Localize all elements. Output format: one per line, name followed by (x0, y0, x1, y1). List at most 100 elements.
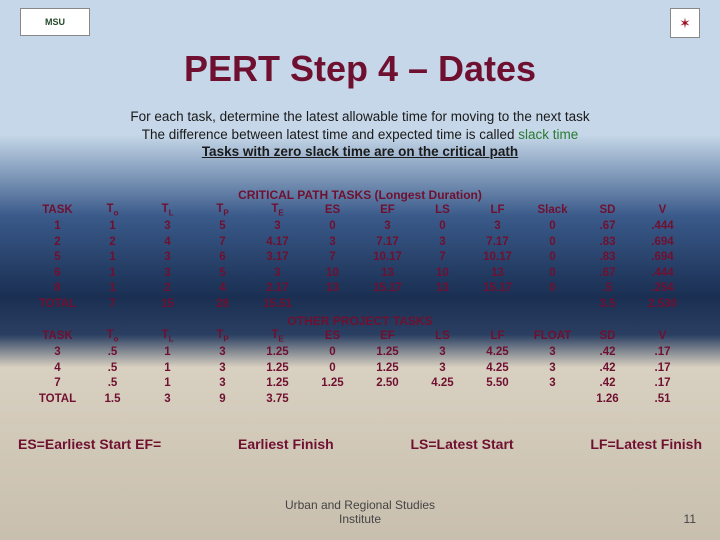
cell: 1 (85, 250, 140, 266)
cell: 6 (195, 250, 250, 266)
intro-line-2: The difference between latest time and e… (0, 126, 720, 144)
cell: 1.25 (250, 376, 305, 392)
col-header: TP (195, 202, 250, 219)
cell: 4.25 (470, 345, 525, 361)
cell: 5 (195, 219, 250, 235)
cell: 2.50 (360, 376, 415, 392)
cell: 0 (305, 219, 360, 235)
cell: 1.25 (250, 361, 305, 377)
cell: .83 (580, 235, 635, 251)
cell: 0 (525, 266, 580, 282)
cell: 1.5 (85, 392, 140, 408)
cell: 13 (305, 281, 360, 297)
cell: 3 (140, 250, 195, 266)
cell: 2.530 (635, 297, 690, 313)
table-row: 3.5131.2501.2534.253.42.17 (30, 345, 690, 361)
cell: 5 (30, 250, 85, 266)
footer: Urban and Regional Studies Institute (0, 498, 720, 526)
cell: 9 (195, 392, 250, 408)
cell: 0 (305, 345, 360, 361)
cell: 3 (250, 219, 305, 235)
cell: 1 (30, 219, 85, 235)
cell: 4 (195, 281, 250, 297)
cell: 5 (195, 266, 250, 282)
cell: 3.75 (250, 392, 305, 408)
cell: .42 (580, 345, 635, 361)
cell: .17 (635, 376, 690, 392)
cell: 3 (470, 219, 525, 235)
cell: 4 (30, 361, 85, 377)
cell: 3 (305, 235, 360, 251)
col-header: LS (415, 202, 470, 219)
col-header: V (635, 202, 690, 219)
cell: 1 (85, 219, 140, 235)
cell: .5 (85, 361, 140, 377)
col-header: SD (580, 202, 635, 219)
col-header: TL (140, 328, 195, 345)
cell: 28 (195, 297, 250, 313)
cell: .694 (635, 250, 690, 266)
cell: 0 (415, 219, 470, 235)
critical-path-title: CRITICAL PATH TASKS (Longest Duration) (30, 188, 690, 202)
cell: 0 (305, 361, 360, 377)
cell: .444 (635, 266, 690, 282)
data-tables: CRITICAL PATH TASKS (Longest Duration) T… (30, 188, 690, 407)
cell: 2.17 (250, 281, 305, 297)
cell (415, 392, 470, 408)
cell: .67 (580, 219, 635, 235)
cell: 3 (360, 219, 415, 235)
cell: 7 (195, 235, 250, 251)
col-header: V (635, 328, 690, 345)
cell: 10 (305, 266, 360, 282)
cell: 7.17 (360, 235, 415, 251)
cell: 0 (525, 235, 580, 251)
cell: 4 (140, 235, 195, 251)
col-header: TE (250, 328, 305, 345)
other-tasks-table: TASKToTLTPTEESEFLSLFFLOATSDV3.5131.2501.… (30, 328, 690, 407)
col-header: Slack (525, 202, 580, 219)
cell: 3 (525, 361, 580, 377)
cell: TOTAL (30, 297, 85, 313)
cell: 5.50 (470, 376, 525, 392)
legend-lf: LF=Latest Finish (590, 436, 702, 452)
col-header: TL (140, 202, 195, 219)
cell: 3 (415, 361, 470, 377)
cell: 8 (30, 281, 85, 297)
cell: 3 (30, 345, 85, 361)
col-header: FLOAT (525, 328, 580, 345)
cell: 2 (85, 235, 140, 251)
col-header: ES (305, 202, 360, 219)
cell: 3 (250, 266, 305, 282)
cell: 3 (415, 235, 470, 251)
cell (305, 392, 360, 408)
intro-text: For each task, determine the latest allo… (0, 108, 720, 161)
col-header: EF (360, 202, 415, 219)
cell: 2 (30, 235, 85, 251)
cell: .5 (580, 281, 635, 297)
msu-logo: MSU (20, 8, 90, 36)
table-row: 4.5131.2501.2534.253.42.17 (30, 361, 690, 377)
cell (360, 297, 415, 313)
table-row: TOTAL1.5393.751.26.51 (30, 392, 690, 408)
page-number: 11 (684, 512, 696, 526)
table-row: 81242.171315.171315.170.5.254 (30, 281, 690, 297)
col-header: LF (470, 328, 525, 345)
cell (305, 297, 360, 313)
cell: 3.5 (580, 297, 635, 313)
cell: 3 (140, 392, 195, 408)
col-header: EF (360, 328, 415, 345)
cell: 3 (140, 266, 195, 282)
cell: 15.17 (360, 281, 415, 297)
cell: 3.17 (250, 250, 305, 266)
cell: 0 (525, 281, 580, 297)
cell: 1.25 (360, 361, 415, 377)
cell: 13 (470, 266, 525, 282)
cell: 1.25 (250, 345, 305, 361)
table-row: TOTAL7152815.513.52.530 (30, 297, 690, 313)
col-header: TP (195, 328, 250, 345)
cell: 1 (140, 376, 195, 392)
table-row: 51363.17710.17710.170.83.694 (30, 250, 690, 266)
col-header: To (85, 328, 140, 345)
cell: 7 (85, 297, 140, 313)
cell: 0 (525, 250, 580, 266)
